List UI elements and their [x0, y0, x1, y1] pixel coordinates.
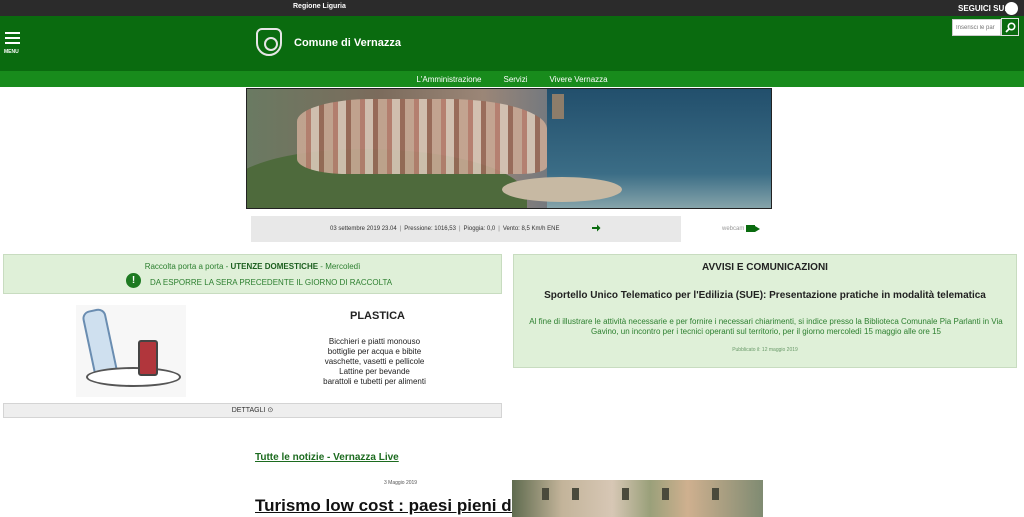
details-button[interactable]: DETTAGLI ⊙ [3, 403, 502, 418]
region-link[interactable]: Regione Liguria [293, 3, 346, 10]
video-camera-icon [746, 225, 761, 232]
list-item: Bicchieri e piatti monouso [328, 337, 421, 346]
news-article-title[interactable]: Turismo low cost : paesi pieni di [255, 496, 516, 516]
weather-date: 03 settembre 2019 23.04 [330, 226, 397, 232]
list-item: vaschette, vasetti e pellicole [324, 357, 425, 366]
top-bar: Regione Liguria SEGUICI SU: [0, 0, 1024, 16]
collection-line: Raccolta porta a porta - UTENZE DOMESTIC… [4, 262, 501, 271]
notice-published-date: Pubblicato il: 12 maggio 2019 [732, 347, 798, 353]
municipality-crest-logo[interactable] [256, 28, 282, 56]
waste-collection-banner: Raccolta porta a porta - UTENZE DOMESTIC… [3, 254, 502, 294]
arrow-right-icon[interactable] [591, 223, 601, 233]
plastic-waste-illustration [76, 305, 186, 397]
all-news-link[interactable]: Tutte le notizie - Vernazza Live [255, 452, 399, 463]
menu-button[interactable]: MENU [4, 32, 20, 55]
weather-wind: Vento: 8,5 Km/h ENE [502, 226, 560, 232]
plastic-items-list: Bicchieri e piatti monouso bottiglie per… [302, 337, 447, 387]
notices-heading: AVVISI E COMUNICAZIONI [702, 262, 828, 273]
collection-type: UTENZE DOMESTICHE [230, 262, 319, 271]
webcam-link[interactable]: webcam [722, 225, 761, 232]
list-item: Lattine per bevande [339, 367, 410, 376]
news-date: 3 Maggio 2019 [384, 480, 418, 486]
nav-servizi[interactable]: Servizi [503, 75, 527, 84]
follow-label: SEGUICI SU: [958, 4, 1007, 13]
window-shape [572, 488, 579, 500]
site-title[interactable]: Comune di Vernazza [294, 37, 401, 49]
window-shape [622, 488, 629, 500]
notice-description: Al fine di illustrare le attività necess… [529, 317, 1003, 336]
list-item: bottiglie per acqua e bibite [327, 347, 422, 356]
hero-image [246, 88, 772, 209]
menu-label: MENU [4, 49, 19, 55]
weather-bar: 03 settembre 2019 23.04 | Pressione: 101… [251, 216, 681, 242]
notice-title[interactable]: Sportello Unico Telematico per l'Edilizi… [514, 290, 1016, 301]
hero-tower [552, 94, 564, 119]
window-shape [712, 488, 719, 500]
notices-panel: AVVISI E COMUNICAZIONI Sportello Unico T… [513, 254, 1017, 368]
search-icon [1004, 21, 1016, 33]
can-shape [138, 340, 158, 376]
search-input[interactable] [952, 19, 1001, 36]
weather-pressure: Pressione: 1016,53 [404, 226, 456, 232]
social-icon[interactable] [1005, 2, 1018, 15]
window-shape [662, 488, 669, 500]
weather-separator: | [498, 226, 500, 232]
hero-town [297, 99, 547, 174]
search-button[interactable] [1001, 18, 1019, 36]
hamburger-icon [5, 37, 20, 39]
collection-day: - Mercoledì [318, 262, 361, 271]
weather-separator: | [458, 226, 461, 232]
list-item: barattoli e tubetti per alimenti [323, 377, 426, 386]
weather-separator: | [399, 226, 402, 232]
news-article-image[interactable] [512, 480, 763, 517]
site-header: MENU Comune di Vernazza [0, 16, 1024, 71]
hero-harbour [502, 177, 622, 202]
weather-rain: Pioggia: 0,0 [463, 226, 496, 232]
hamburger-icon [5, 42, 20, 44]
exclamation-icon: ! [126, 273, 141, 288]
collection-prefix: Raccolta porta a porta - [144, 262, 231, 271]
plastic-title: PLASTICA [350, 310, 405, 322]
nav-vivere-vernazza[interactable]: Vivere Vernazza [550, 75, 608, 84]
main-nav: L'Amministrazione Servizi Vivere Vernazz… [0, 71, 1024, 87]
nav-amministrazione[interactable]: L'Amministrazione [416, 75, 481, 84]
hamburger-icon [5, 32, 20, 34]
collection-note: DA ESPORRE LA SERA PRECEDENTE IL GIORNO … [150, 278, 393, 287]
webcam-label: webcam [722, 225, 745, 232]
plate-shape [86, 367, 181, 387]
window-shape [542, 488, 549, 500]
